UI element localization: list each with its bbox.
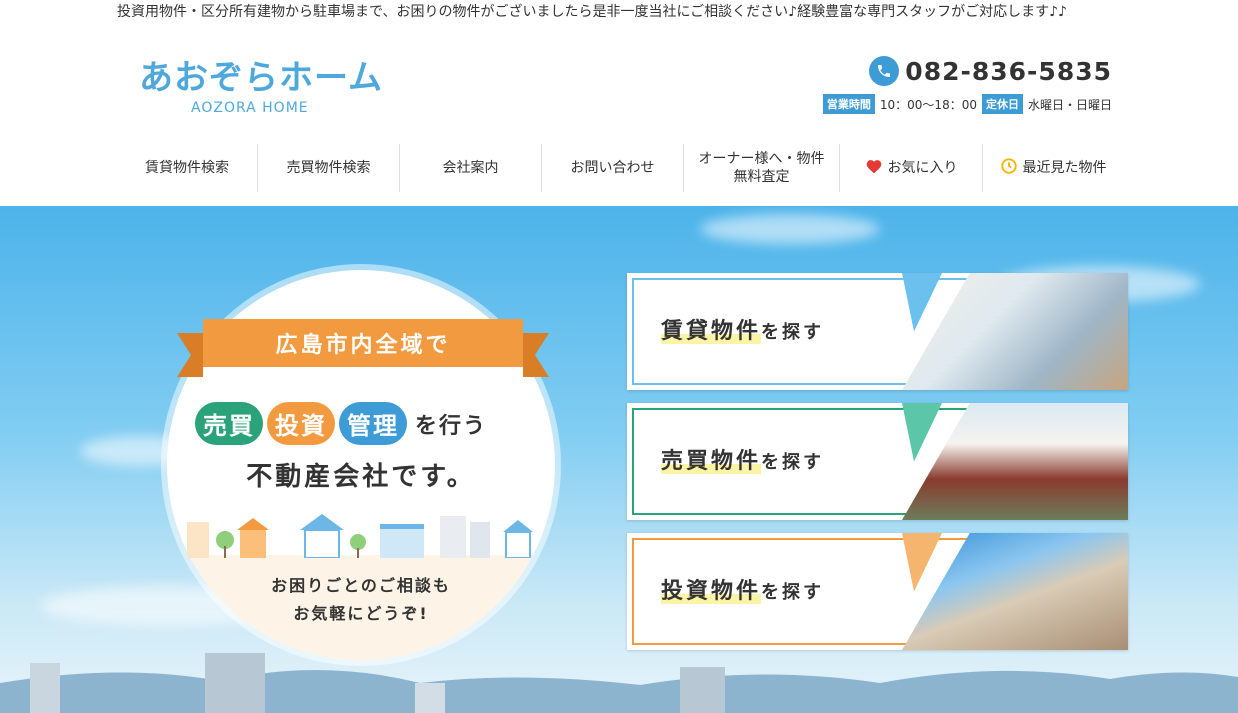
- closed-value: 水曜日・日曜日: [1027, 97, 1112, 112]
- hours-value: 10：00〜18：00: [879, 97, 977, 112]
- closed-tag: 定休日: [981, 94, 1023, 114]
- nav-rental-search[interactable]: 賃貸物件検索: [117, 144, 257, 192]
- phone-link[interactable]: 082-836-5835: [823, 56, 1112, 86]
- hero-tagline: 不動産会社です。: [246, 462, 476, 492]
- heart-icon: [865, 158, 883, 179]
- pill-sale: 売買: [195, 402, 263, 445]
- card-label: 投資物件を探す: [661, 573, 824, 605]
- cloud-decoration: [700, 214, 880, 244]
- contact-info: 082-836-5835 営業時間 10：00〜18：00 定休日 水曜日・日曜…: [822, 56, 1112, 114]
- card-label: 売買物件を探す: [661, 443, 824, 475]
- pill-management: 管理: [339, 402, 407, 445]
- nav-label: お気に入り: [887, 160, 958, 176]
- nav-owner-appraisal[interactable]: オーナー様へ・物件 無料査定: [683, 144, 839, 192]
- town-illustration: [187, 514, 533, 558]
- site-logo[interactable]: あおぞらホーム AOZORA HOME: [139, 58, 383, 116]
- nav-label: オーナー様へ・物件 無料査定: [698, 151, 825, 185]
- pill-suffix: を行う: [415, 413, 488, 439]
- card-rental-search[interactable]: 賃貸物件を探す: [627, 273, 1128, 390]
- card-label: 賃貸物件を探す: [661, 313, 824, 345]
- nav-label: 最近見た物件: [1022, 160, 1107, 176]
- nav-label: 賃貸物件検索: [145, 160, 229, 176]
- card-investment-search[interactable]: 投資物件を探す: [627, 533, 1128, 650]
- consult-message: お困りごとのご相談も お気軽にどうぞ!: [167, 572, 555, 628]
- card-suffix: を探す: [761, 452, 825, 473]
- pill-investment: 投資: [267, 402, 335, 445]
- history-icon: [1000, 157, 1018, 180]
- nav-sale-search[interactable]: 売買物件検索: [257, 144, 399, 192]
- ribbon-tail-right: [523, 333, 549, 377]
- nav-contact[interactable]: お問い合わせ: [541, 144, 683, 192]
- nav-favorites[interactable]: お気に入り: [839, 144, 982, 192]
- consult-line-1: お困りごとのご相談も: [271, 576, 451, 595]
- phone-number: 082-836-5835: [905, 56, 1112, 86]
- service-pills: 売買 投資 管理 を行う: [195, 402, 487, 445]
- card-suffix: を探す: [761, 582, 825, 603]
- logo-subtext: AOZORA HOME: [191, 100, 309, 116]
- city-skyline: [0, 653, 1238, 713]
- ribbon-text: 広島市内全域で: [203, 319, 523, 367]
- card-suffix: を探す: [761, 322, 825, 343]
- nav-label: 売買物件検索: [286, 160, 371, 176]
- global-nav: 賃貸物件検索 売買物件検索 会社案内 お問い合わせ オーナー様へ・物件 無料査定…: [117, 144, 1123, 192]
- top-notice: 投資用物件・区分所有建物から駐車場まで、お困りの物件がございましたら是非一度当社…: [117, 4, 1067, 20]
- card-sale-search[interactable]: 売買物件を探す: [627, 403, 1128, 520]
- hours-tag: 営業時間: [822, 94, 875, 114]
- nav-recent[interactable]: 最近見た物件: [982, 144, 1123, 192]
- phone-icon: [869, 56, 900, 86]
- card-title: 投資物件: [661, 579, 762, 604]
- consult-line-2: お気軽にどうぞ!: [293, 604, 429, 623]
- nav-company[interactable]: 会社案内: [399, 144, 541, 192]
- nav-label: お問い合わせ: [570, 160, 655, 176]
- card-title: 賃貸物件: [661, 319, 762, 344]
- logo-text: あおぞらホーム: [139, 58, 383, 98]
- hero-section: 広島市内全域で 売買 投資 管理 を行う 不動産会社です。 お困りごとのご相談も…: [0, 206, 1238, 713]
- card-title: 売買物件: [661, 449, 762, 474]
- business-hours: 営業時間 10：00〜18：00 定休日 水曜日・日曜日: [822, 94, 1112, 114]
- ribbon-tail-left: [177, 333, 203, 377]
- nav-label: 会社案内: [442, 160, 499, 176]
